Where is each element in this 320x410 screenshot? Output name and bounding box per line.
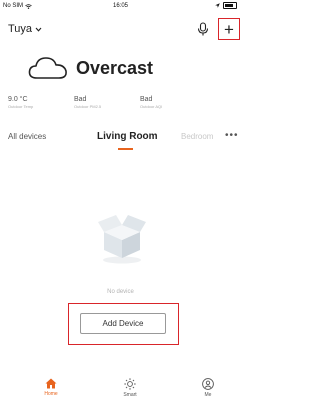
more-rooms-icon[interactable]: ••• bbox=[225, 130, 239, 141]
empty-state-message: No device bbox=[107, 289, 134, 295]
tab-all-devices[interactable]: All devices bbox=[8, 132, 46, 141]
metric-label: Outdoor Temp bbox=[8, 104, 34, 109]
tabbar-item-smart[interactable]: Smart bbox=[110, 378, 150, 398]
add-button[interactable]: + bbox=[218, 18, 240, 40]
tabbar-item-me[interactable]: Me bbox=[188, 378, 228, 398]
home-name-label: Tuya bbox=[8, 23, 33, 35]
location-icon bbox=[215, 3, 220, 8]
home-icon bbox=[45, 378, 57, 389]
profile-icon bbox=[202, 378, 214, 390]
empty-box-icon bbox=[98, 215, 146, 264]
metric-outdoor-temp: 9.0 °C Outdoor Temp bbox=[8, 96, 74, 109]
add-device-button[interactable]: Add Device bbox=[80, 313, 166, 334]
weather-metrics: 9.0 °C Outdoor Temp Bad Outdoor PM2.5 Ba… bbox=[8, 96, 228, 109]
chevron-down-icon bbox=[35, 27, 42, 32]
room-tabs: All devices Living Room Bedroom ••• bbox=[0, 128, 241, 158]
sun-icon bbox=[124, 378, 136, 390]
tab-bedroom[interactable]: Bedroom bbox=[181, 132, 213, 141]
header: Tuya + bbox=[0, 18, 241, 42]
battery-icon bbox=[223, 2, 237, 9]
weather-condition: Overcast bbox=[76, 57, 154, 78]
status-bar: No SIM 16:05 bbox=[0, 0, 241, 14]
active-tab-indicator bbox=[118, 148, 133, 150]
metric-value: Bad bbox=[140, 96, 153, 103]
tabbar-label: Me bbox=[204, 392, 212, 398]
bottom-tab-bar: Home Smart Me bbox=[0, 378, 241, 410]
metric-value: Bad bbox=[74, 96, 87, 103]
status-time: 16:05 bbox=[112, 3, 128, 9]
plus-icon: + bbox=[224, 19, 234, 39]
metric-value: 9.0 °C bbox=[8, 96, 28, 103]
metric-outdoor-aqi: Bad Outdoor AQI bbox=[140, 96, 206, 109]
cloud-icon bbox=[28, 57, 67, 79]
tabbar-label: Home bbox=[44, 391, 58, 397]
tab-living-room[interactable]: Living Room bbox=[97, 131, 158, 142]
weather-summary: Overcast bbox=[28, 56, 153, 80]
home-selector[interactable]: Tuya bbox=[8, 23, 42, 35]
metric-label: Outdoor PM2.5 bbox=[74, 104, 102, 109]
tabbar-item-home[interactable]: Home bbox=[31, 378, 71, 397]
add-device-highlight: Add Device bbox=[68, 303, 179, 345]
microphone-icon[interactable] bbox=[197, 22, 209, 36]
tabbar-label: Smart bbox=[123, 392, 137, 398]
metric-outdoor-pm25: Bad Outdoor PM2.5 bbox=[74, 96, 140, 109]
metric-label: Outdoor AQI bbox=[140, 104, 163, 109]
